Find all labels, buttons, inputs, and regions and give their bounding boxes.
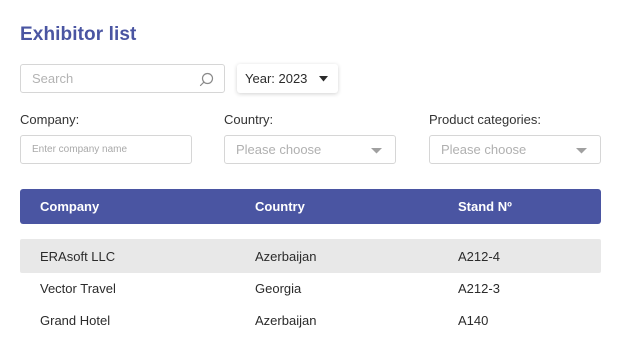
cell-stand: A212-3 — [458, 281, 500, 296]
year-dropdown-label: Year: 2023 — [245, 71, 308, 86]
column-header-country[interactable]: Country — [255, 199, 305, 214]
categories-filter-label: Product categories: — [429, 112, 542, 127]
country-filter-label: Country: — [224, 112, 274, 127]
cell-company: Vector Travel — [40, 281, 116, 296]
company-filter-label: Company: — [20, 112, 80, 127]
categories-select-value: Please choose — [441, 142, 527, 157]
year-dropdown[interactable]: Year: 2023 — [237, 64, 338, 93]
column-header-company[interactable]: Company — [40, 199, 99, 214]
table-header: Company Country Stand Nº — [20, 189, 601, 224]
search-icon[interactable] — [199, 72, 214, 87]
page-title: Exhibitor list — [20, 24, 137, 45]
table-row[interactable]: Grand Hotel Azerbaijan A140 — [20, 303, 601, 337]
cell-stand: A212-4 — [458, 249, 500, 264]
cell-company: Grand Hotel — [40, 313, 111, 328]
cell-company: ERAsoft LLC — [40, 249, 116, 264]
table-row[interactable]: Vector Travel Georgia A212-3 — [20, 271, 601, 305]
search-box[interactable] — [20, 64, 225, 93]
cell-country: Georgia — [255, 281, 302, 296]
categories-select[interactable]: Please choose — [429, 135, 601, 164]
cell-country: Azerbaijan — [255, 249, 317, 264]
table-row[interactable]: ERAsoft LLC Azerbaijan A212-4 — [20, 239, 601, 273]
search-input[interactable] — [21, 65, 224, 92]
company-input[interactable] — [21, 136, 191, 163]
column-header-stand[interactable]: Stand Nº — [458, 199, 512, 214]
cell-country: Azerbaijan — [255, 313, 317, 328]
exhibitor-list-page: Exhibitor list Year: 2023 Company: Count… — [0, 0, 621, 354]
company-field[interactable] — [20, 135, 192, 164]
chevron-down-icon — [371, 148, 382, 154]
cell-stand: A140 — [458, 313, 489, 328]
chevron-down-icon — [576, 148, 587, 154]
chevron-down-icon — [319, 76, 328, 82]
country-select[interactable]: Please choose — [224, 135, 396, 164]
country-select-value: Please choose — [236, 142, 322, 157]
